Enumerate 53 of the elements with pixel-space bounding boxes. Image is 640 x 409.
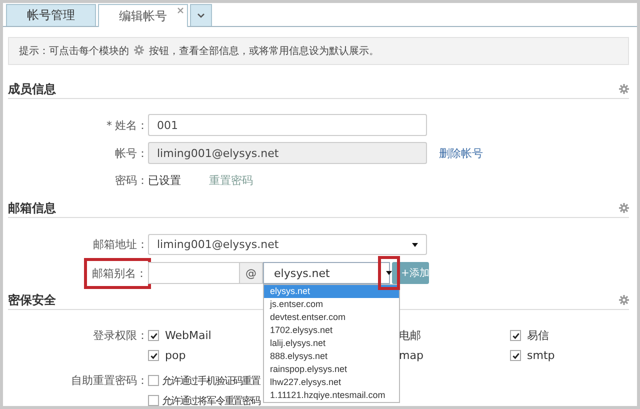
domain-select[interactable]: elysys.net: [263, 262, 390, 284]
field-label: 密码：: [115, 172, 148, 188]
tab[interactable]: 帐号管理: [6, 4, 96, 26]
checkbox-label: 电邮: [399, 328, 421, 343]
gear-icon[interactable]: [134, 44, 144, 54]
tab[interactable]: 编辑帐号: [98, 4, 188, 27]
field-label: 自助重置密码：: [71, 373, 148, 389]
close-icon[interactable]: [177, 7, 184, 14]
checkbox[interactable]: [148, 375, 159, 386]
checkbox[interactable]: [510, 330, 521, 341]
caret-icon[interactable]: [378, 256, 400, 290]
required-mark: *: [106, 118, 112, 132]
alias-field[interactable]: [148, 262, 240, 284]
dropdown-option[interactable]: rainspop.elysys.net: [264, 363, 399, 376]
section-title: 密保安全: [8, 292, 56, 308]
checkbox[interactable]: [148, 395, 159, 406]
dropdown-option[interactable]: 1.11121.hzqiye.ntesmail.com: [264, 389, 399, 402]
settings-icon[interactable]: [619, 203, 629, 213]
tab-menu-button[interactable]: [190, 4, 212, 26]
checkbox-label: 允许通过将军令重置密码: [162, 394, 260, 406]
field-label: 邮箱地址：: [93, 237, 148, 252]
dropdown-option[interactable]: 888.elysys.net: [264, 350, 399, 363]
address-select[interactable]: liming001@elysys.net: [148, 234, 427, 255]
dropdown-option[interactable]: js.entser.com: [264, 298, 399, 311]
at-addon: @: [240, 262, 263, 284]
checkbox-label: WebMail: [165, 329, 212, 342]
section-title: 成员信息: [8, 80, 56, 98]
dropdown-option[interactable]: 1702.elysys.net: [264, 324, 399, 337]
checkbox-label: smtp: [527, 349, 555, 362]
account-field[interactable]: liming001@elysys.net: [148, 142, 427, 164]
field-label: 姓名：: [115, 118, 148, 132]
dropdown-option[interactable]: lhw227.elysys.net: [264, 376, 399, 389]
checkbox-label: pop: [165, 349, 186, 362]
chevron-down-icon: [197, 13, 205, 18]
checkbox-label: 允许通过手机验证码重置: [162, 374, 260, 388]
dropdown-option[interactable]: lalij.elysys.net: [264, 337, 399, 350]
settings-icon[interactable]: [619, 295, 629, 305]
caret-icon: [412, 242, 418, 246]
password-status: 已设置: [148, 172, 181, 188]
section-title: 邮箱信息: [8, 200, 56, 216]
delete-link[interactable]: 删除帐号: [439, 146, 483, 160]
settings-icon[interactable]: [619, 84, 629, 94]
name-field[interactable]: 001: [148, 114, 427, 136]
field-label: 登录权限：: [93, 328, 148, 344]
checkbox[interactable]: [510, 350, 521, 361]
field-label: 帐号：: [115, 146, 148, 160]
checkbox-label: map: [399, 349, 424, 362]
dropdown-option[interactable]: devtest.entser.com: [264, 311, 399, 324]
checkbox-label: 易信: [527, 328, 549, 343]
checkbox[interactable]: [148, 330, 159, 341]
hint-text: 按钮，查看全部信息，或将常用信息设为默认展示。: [149, 44, 379, 58]
hint-text: 提示：可点击每个模块的: [19, 44, 129, 58]
checkbox[interactable]: [148, 350, 159, 361]
